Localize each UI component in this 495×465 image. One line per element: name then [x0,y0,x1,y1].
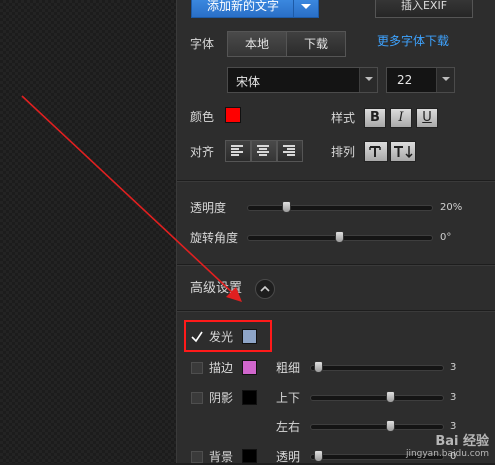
watermark-url: jingyan.baidu.com [405,449,489,459]
watermark: Bai 经验 jingyan.baidu.com [406,430,489,459]
annotation-arrow [21,95,242,302]
watermark-brand: Bai 经验 [435,434,489,449]
